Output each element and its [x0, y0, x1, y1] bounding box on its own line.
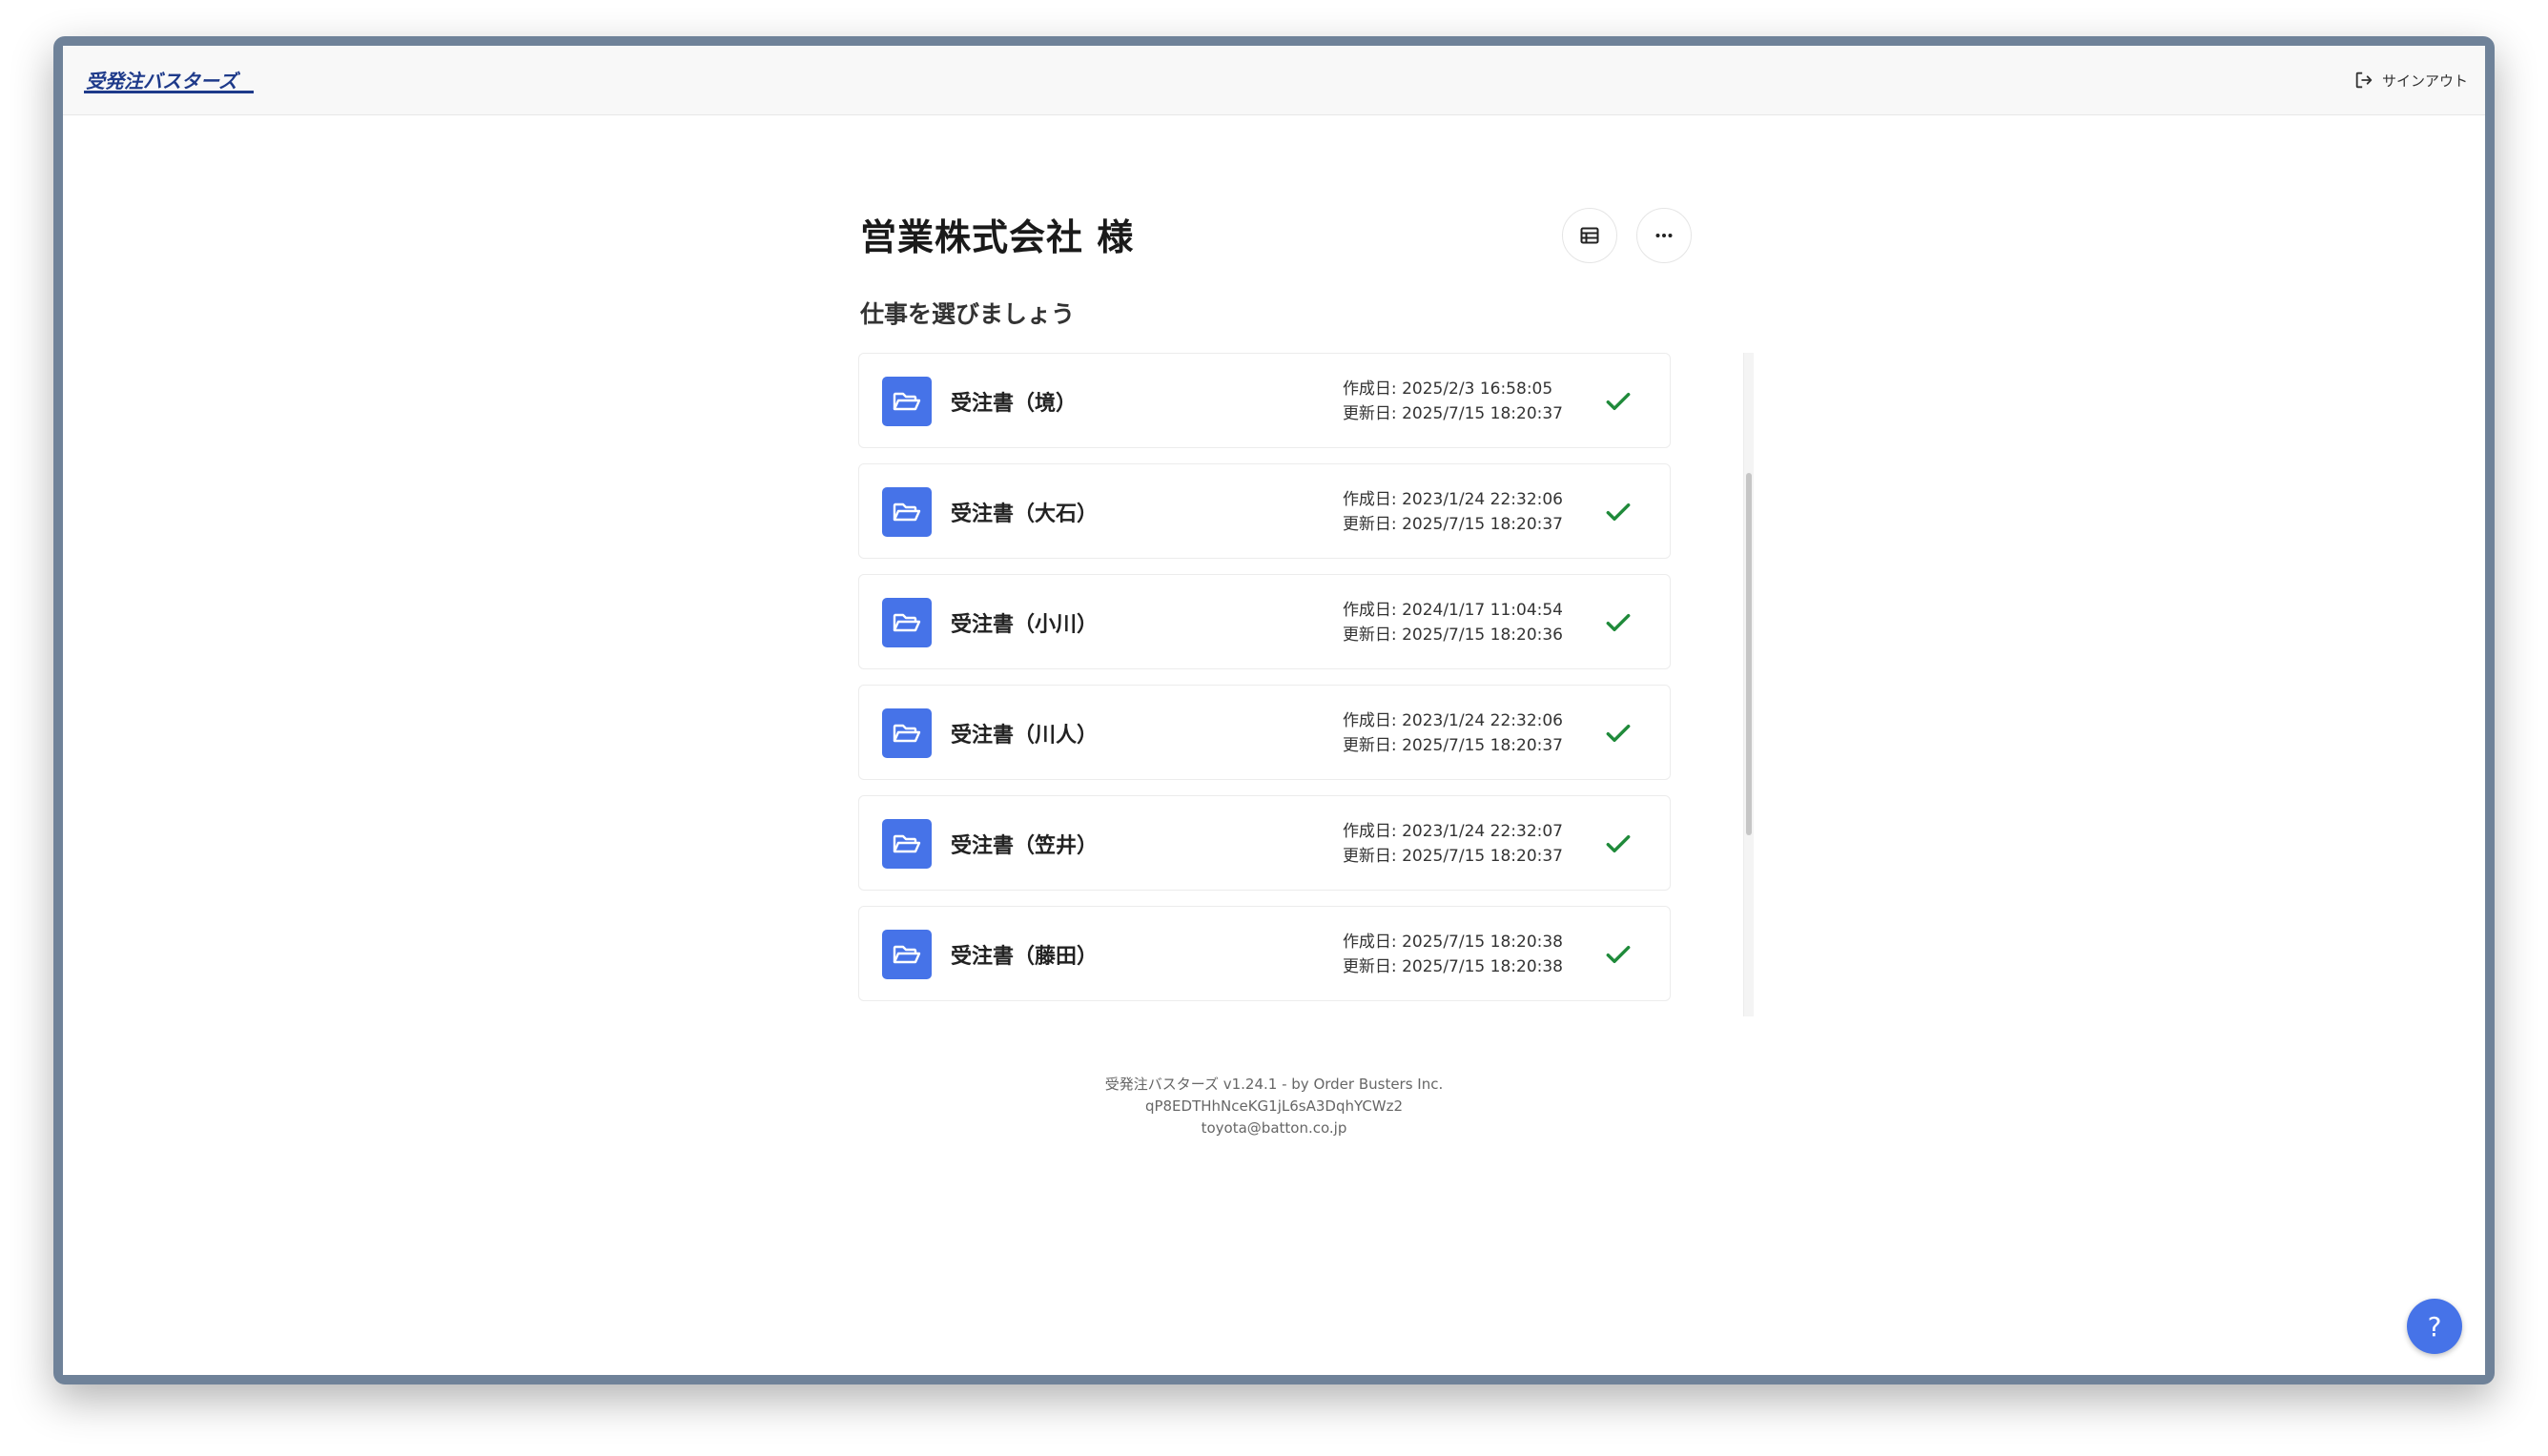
signout-label: サインアウト	[2381, 72, 2468, 90]
folder-icon	[882, 377, 932, 426]
updated-date: 更新日: 2025/7/15 18:20:37	[1342, 515, 1563, 534]
logo-wordmark: 受発注バスターズ	[84, 70, 254, 93]
scrollbar-thumb[interactable]	[1746, 473, 1752, 835]
updated-date: 更新日: 2025/7/15 18:20:38	[1342, 957, 1563, 976]
job-list-scrollbar[interactable]	[1743, 353, 1754, 1016]
job-name: 受注書（笠井）	[951, 834, 1099, 858]
created-date: 作成日: 2023/1/24 22:32:06	[1342, 490, 1563, 509]
folder-icon	[882, 819, 932, 869]
table-view-button[interactable]	[1562, 208, 1617, 263]
check-icon	[1603, 939, 1634, 974]
help-icon: ?	[2427, 1310, 2442, 1343]
footer-email: toyota@batton.co.jp	[1201, 1119, 1347, 1137]
check-icon	[1603, 829, 1634, 863]
footer: 受発注バスターズ v1.24.1 - by Order Busters Inc.…	[63, 1074, 2485, 1139]
check-icon	[1603, 386, 1634, 420]
folder-icon	[882, 598, 932, 647]
created-date: 作成日: 2025/2/3 16:58:05	[1342, 379, 1553, 399]
page-subtitle: 仕事を選びましょう	[860, 300, 1076, 328]
check-icon	[1603, 718, 1634, 752]
ellipsis-icon	[1655, 234, 1673, 237]
table-icon	[1580, 227, 1599, 244]
more-options-button[interactable]	[1636, 208, 1692, 263]
job-name: 受注書（境）	[951, 392, 1078, 416]
job-dates: 作成日: 2025/7/15 18:20:38 更新日: 2025/7/15 1…	[1343, 930, 1563, 979]
job-dates: 作成日: 2025/2/3 16:58:05 更新日: 2025/7/15 18…	[1343, 377, 1563, 426]
logo-text: 受発注バスターズ	[86, 70, 241, 92]
job-dates: 作成日: 2023/1/24 22:32:06 更新日: 2025/7/15 1…	[1343, 708, 1563, 758]
created-date: 作成日: 2023/1/24 22:32:06	[1342, 711, 1563, 730]
job-card[interactable]: 受注書（大石） 作成日: 2023/1/24 22:32:06 更新日: 202…	[858, 463, 1671, 559]
job-card[interactable]: 受注書（小川） 作成日: 2024/1/17 11:04:54 更新日: 202…	[858, 574, 1671, 669]
top-bar: 受発注バスターズ サインアウト	[63, 46, 2485, 115]
job-name: 受注書（藤田）	[951, 945, 1099, 969]
updated-date: 更新日: 2025/7/15 18:20:36	[1342, 625, 1563, 645]
signout-button[interactable]: サインアウト	[2353, 67, 2468, 93]
job-card[interactable]: 受注書（境） 作成日: 2025/2/3 16:58:05 更新日: 2025/…	[858, 353, 1671, 448]
logo[interactable]: 受発注バスターズ	[84, 65, 256, 101]
folder-icon	[882, 487, 932, 537]
app-content: 受発注バスターズ サインアウト 営業株式会社 様 仕事を選びましょう 受注書（境…	[63, 46, 2485, 1375]
updated-date: 更新日: 2025/7/15 18:20:37	[1342, 736, 1563, 755]
updated-date: 更新日: 2025/7/15 18:20:37	[1342, 404, 1563, 423]
app-window: 受発注バスターズ サインアウト 営業株式会社 様 仕事を選びましょう 受注書（境…	[53, 36, 2495, 1384]
page-title: 営業株式会社 様	[860, 216, 1135, 258]
folder-icon	[882, 708, 932, 758]
job-name: 受注書（小川）	[951, 613, 1099, 637]
job-card[interactable]: 受注書（川人） 作成日: 2023/1/24 22:32:06 更新日: 202…	[858, 685, 1671, 780]
created-date: 作成日: 2025/7/15 18:20:38	[1342, 933, 1563, 952]
job-name: 受注書（川人）	[951, 724, 1099, 748]
job-list: 受注書（境） 作成日: 2025/2/3 16:58:05 更新日: 2025/…	[858, 353, 1688, 1016]
job-dates: 作成日: 2023/1/24 22:32:07 更新日: 2025/7/15 1…	[1343, 819, 1563, 869]
folder-icon	[882, 930, 932, 979]
check-icon	[1603, 607, 1634, 642]
footer-id: qP8EDTHhNceKG1jL6sA3DqhYCWz2	[1144, 1097, 1404, 1115]
help-button[interactable]: ?	[2407, 1299, 2462, 1354]
created-date: 作成日: 2023/1/24 22:32:07	[1342, 822, 1563, 841]
job-dates: 作成日: 2024/1/17 11:04:54 更新日: 2025/7/15 1…	[1343, 598, 1563, 647]
job-name: 受注書（大石）	[951, 502, 1099, 526]
job-card[interactable]: 受注書（藤田） 作成日: 2025/7/15 18:20:38 更新日: 202…	[858, 906, 1671, 1001]
signout-icon	[2355, 72, 2373, 89]
updated-date: 更新日: 2025/7/15 18:20:37	[1342, 847, 1563, 866]
job-dates: 作成日: 2023/1/24 22:32:06 更新日: 2025/7/15 1…	[1343, 487, 1563, 537]
job-card[interactable]: 受注書（笠井） 作成日: 2023/1/24 22:32:07 更新日: 202…	[858, 795, 1671, 891]
created-date: 作成日: 2024/1/17 11:04:54	[1342, 601, 1563, 620]
check-icon	[1603, 497, 1634, 531]
footer-version: 受発注バスターズ v1.24.1 - by Order Busters Inc.	[1104, 1076, 1444, 1093]
